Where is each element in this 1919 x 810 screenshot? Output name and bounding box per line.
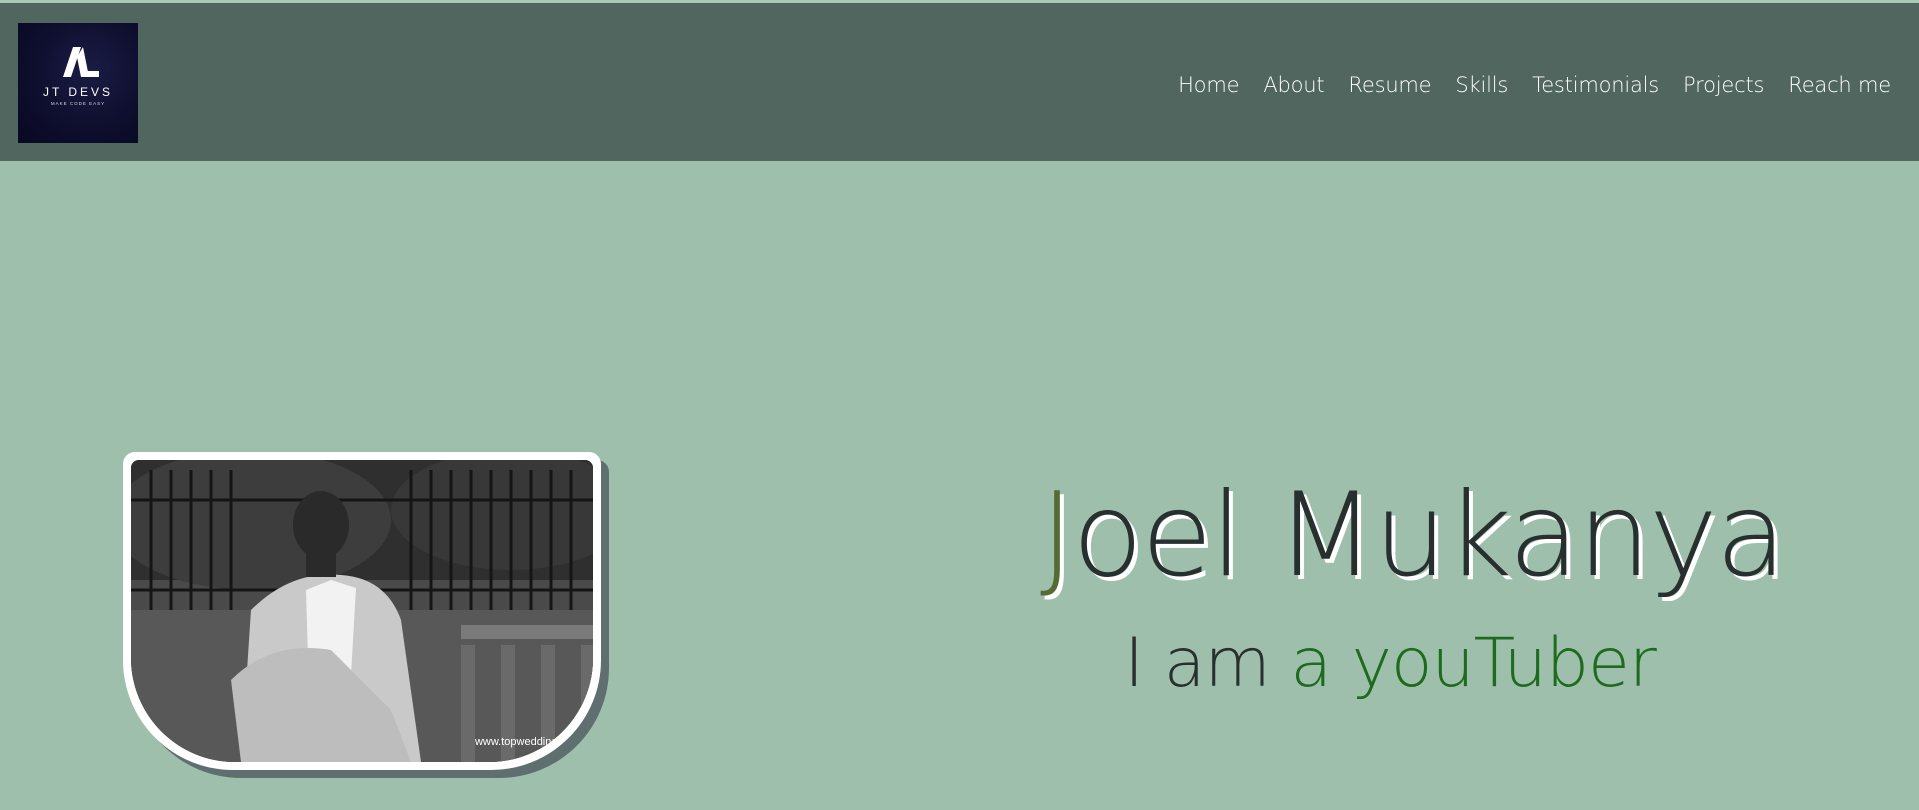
logo-tagline: MAKE CODE EASY (50, 101, 106, 106)
site-header: JT DEVS MAKE CODE EASY Home About Resume… (0, 3, 1919, 161)
logo-title: JT DEVS (42, 85, 114, 99)
tagline-typed: a youTuber (1290, 624, 1656, 703)
nav-resume[interactable]: Resume (1348, 73, 1431, 97)
main-nav: Home About Resume Skills Testimonials Pr… (1178, 73, 1891, 97)
hero-tagline: I am a youTuber (1060, 630, 1720, 698)
profile-photo-frame: www.topweddings (123, 452, 601, 770)
tagline-static: I am (1124, 624, 1271, 703)
nav-testimonials[interactable]: Testimonials (1532, 73, 1659, 97)
hero-name-first-letter: J (1040, 468, 1074, 603)
nav-about[interactable]: About (1263, 73, 1324, 97)
site-logo[interactable]: JT DEVS MAKE CODE EASY (18, 23, 138, 143)
hero-name: Joel Mukanya (1040, 478, 1787, 594)
nav-projects[interactable]: Projects (1683, 73, 1764, 97)
jt-monogram-icon (63, 47, 99, 77)
profile-photo-illustration (131, 460, 593, 762)
nav-reach-me[interactable]: Reach me (1788, 73, 1891, 97)
profile-photo: www.topweddings (131, 460, 593, 762)
photo-watermark: www.topweddings (474, 736, 563, 748)
nav-home[interactable]: Home (1178, 73, 1239, 97)
nav-skills[interactable]: Skills (1455, 73, 1508, 97)
hero-name-rest: oel Mukanya (1072, 468, 1787, 603)
